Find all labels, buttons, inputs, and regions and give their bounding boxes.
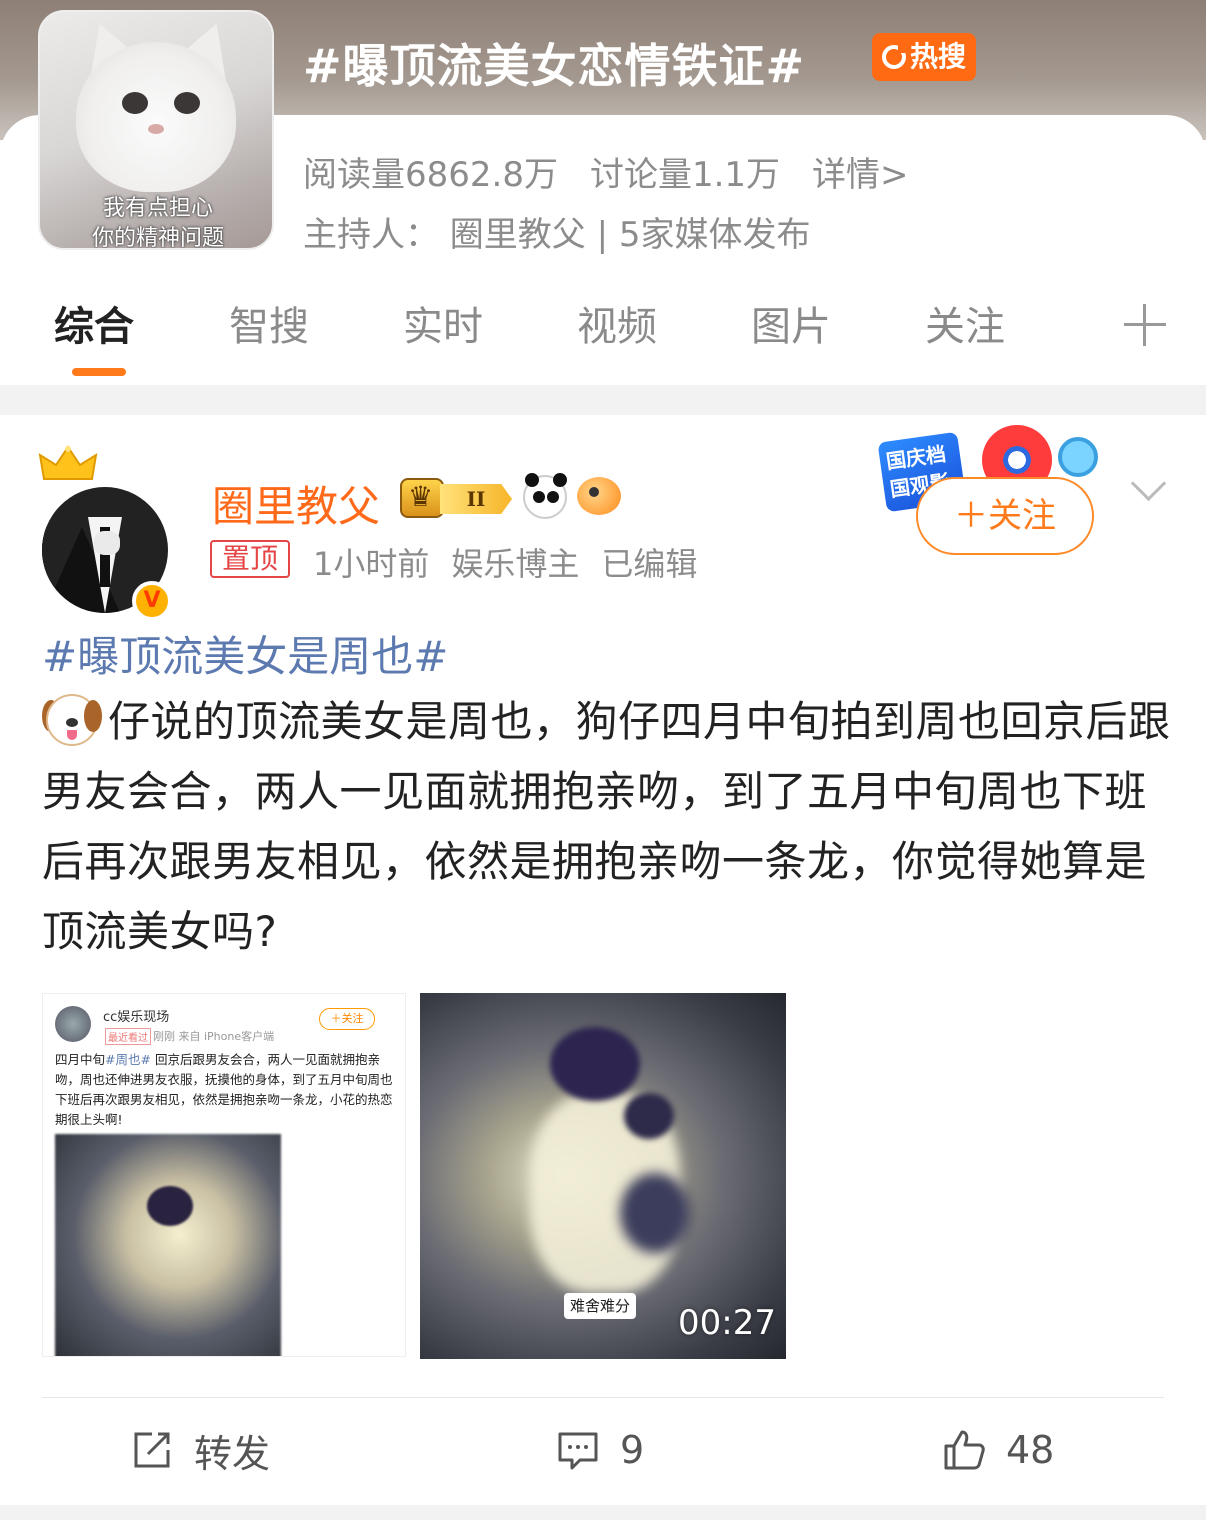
- thumbs-up-icon: [944, 1430, 985, 1470]
- dog-nose: [66, 718, 78, 727]
- mini-meta: 刚刚 来自 iPhone客户端: [153, 1030, 275, 1043]
- topic-thumbnail[interactable]: 我有点担心 你的精神问题: [38, 10, 274, 250]
- fish-icon[interactable]: [577, 477, 621, 515]
- post-video-thumbnail[interactable]: 难舍难分 00:27: [420, 993, 786, 1359]
- avatar-hand: [94, 531, 120, 555]
- active-tab-indicator: [72, 368, 126, 376]
- cat-nose: [148, 124, 164, 134]
- crown-icon: [38, 445, 98, 480]
- action-divider: [42, 1397, 1164, 1398]
- repost-icon: [134, 1432, 170, 1468]
- post-meta: 1小时前 娱乐博主 已编辑: [313, 539, 697, 585]
- panda-ear: [525, 473, 539, 487]
- like-button[interactable]: 48: [942, 1425, 1054, 1475]
- cat-image: [76, 42, 236, 192]
- panda-eye: [547, 491, 559, 503]
- verified-v-icon: V: [132, 581, 172, 621]
- post-body: 仔说的顶流美女是周也，狗仔四月中旬拍到周也回京后跟男友会合，两人一见面就拥抱亲吻…: [42, 687, 1172, 967]
- comment-icon: [558, 1432, 598, 1470]
- follow-button[interactable]: ＋关注: [916, 477, 1094, 555]
- post-hashtag[interactable]: #曝顶流美女是周也#: [42, 623, 448, 684]
- thumb-caption: 我有点担心: [102, 196, 213, 221]
- comment-count: 9: [620, 1428, 645, 1472]
- topic-host[interactable]: 主持人： 圈里教父 | 5家媒体发布: [303, 207, 811, 256]
- hot-icon: [882, 45, 906, 69]
- panda-eye: [533, 491, 545, 503]
- tab-realtime[interactable]: 实时: [403, 294, 483, 352]
- repost-label: 转发: [194, 1431, 271, 1476]
- post-time: 1小时前: [313, 545, 430, 583]
- cat-eye: [122, 92, 148, 114]
- panda-icon[interactable]: [523, 473, 567, 519]
- like-count: 48: [1006, 1428, 1055, 1472]
- post-card: V 圈里教父 II 置顶 1小时前 娱乐博主 已编辑 国庆档 国观影 ＋关注 #…: [0, 415, 1206, 1505]
- thumb-caption: 你的精神问题: [91, 226, 224, 250]
- panda-ear: [553, 473, 567, 487]
- tab-video[interactable]: 视频: [577, 294, 657, 352]
- add-tab-icon[interactable]: [1124, 304, 1166, 346]
- video-duration: 00:27: [678, 1303, 776, 1343]
- topic-header: 我有点担心 你的精神问题 #曝顶流美女恋情铁证# 热搜 阅读量6862.8万 讨…: [0, 0, 1206, 385]
- pinned-tag: 置顶: [210, 540, 291, 578]
- cat-eye: [174, 92, 200, 114]
- film-reel-icon: [1058, 437, 1098, 477]
- mini-photo-figure: [147, 1186, 193, 1226]
- comment-button[interactable]: 9: [556, 1425, 644, 1475]
- post-text: 仔说的顶流美女是周也，狗仔四月中旬拍到周也回京后跟男友会合，两人一见面就拥抱亲吻…: [42, 697, 1171, 956]
- repost-button[interactable]: 转发: [130, 1425, 271, 1476]
- post-image-1[interactable]: cc娱乐现场 最近看过 刚刚 来自 iPhone客户端 ＋关注 四月中旬#周也#…: [42, 993, 406, 1357]
- tab-bar: 综合 智搜 实时 视频 图片 关注: [0, 290, 1206, 380]
- details-link[interactable]: 详情>: [812, 147, 909, 196]
- chevron-down-icon[interactable]: [1130, 477, 1166, 501]
- video-figure-head-2: [624, 1093, 674, 1139]
- author-name[interactable]: 圈里教父: [212, 473, 380, 534]
- mini-photo: [55, 1134, 281, 1356]
- hot-badge-label: 热搜: [910, 40, 967, 73]
- dog-tongue: [67, 730, 77, 740]
- edited-label[interactable]: 已编辑: [601, 539, 697, 585]
- tab-following[interactable]: 关注: [925, 294, 1005, 352]
- tab-pictures[interactable]: 图片: [751, 294, 831, 352]
- video-figure-head: [550, 1027, 640, 1101]
- mini-text-prefix: 四月中旬: [55, 1052, 106, 1067]
- vip-rank: II: [440, 484, 512, 514]
- mini-avatar: [55, 1006, 91, 1042]
- read-count: 阅读量6862.8万: [303, 155, 558, 195]
- mini-text-hashtag: #周也#: [105, 1052, 151, 1067]
- vip-crown-icon: [400, 478, 444, 518]
- tab-comprehensive[interactable]: 综合: [54, 294, 134, 352]
- topic-title: #曝顶流美女恋情铁证#: [303, 39, 806, 93]
- video-figure-dark: [620, 1173, 690, 1253]
- tab-smart-search[interactable]: 智搜: [229, 294, 309, 352]
- author-type: 娱乐博主: [451, 545, 580, 583]
- dog-emoji-icon: [42, 694, 102, 746]
- mini-author-name: cc娱乐现场: [103, 1010, 170, 1025]
- video-subtitle: 难舍难分: [564, 1293, 637, 1319]
- mini-tag: 最近看过: [105, 1028, 151, 1045]
- topic-stats: 阅读量6862.8万 讨论量1.1万 详情>: [303, 147, 909, 196]
- mini-text: 四月中旬#周也# 回京后跟男友会合，两人一见面就拥抱亲吻，周也还伸进男友衣服，抚…: [55, 1050, 399, 1130]
- vip-badge[interactable]: II: [400, 478, 516, 518]
- author-avatar-wrap[interactable]: V: [38, 445, 178, 621]
- dog-ear: [84, 700, 102, 732]
- mini-follow-button: ＋关注: [319, 1008, 375, 1030]
- discussion-count: 讨论量1.1万: [589, 155, 781, 195]
- hot-search-badge: 热搜: [872, 33, 977, 81]
